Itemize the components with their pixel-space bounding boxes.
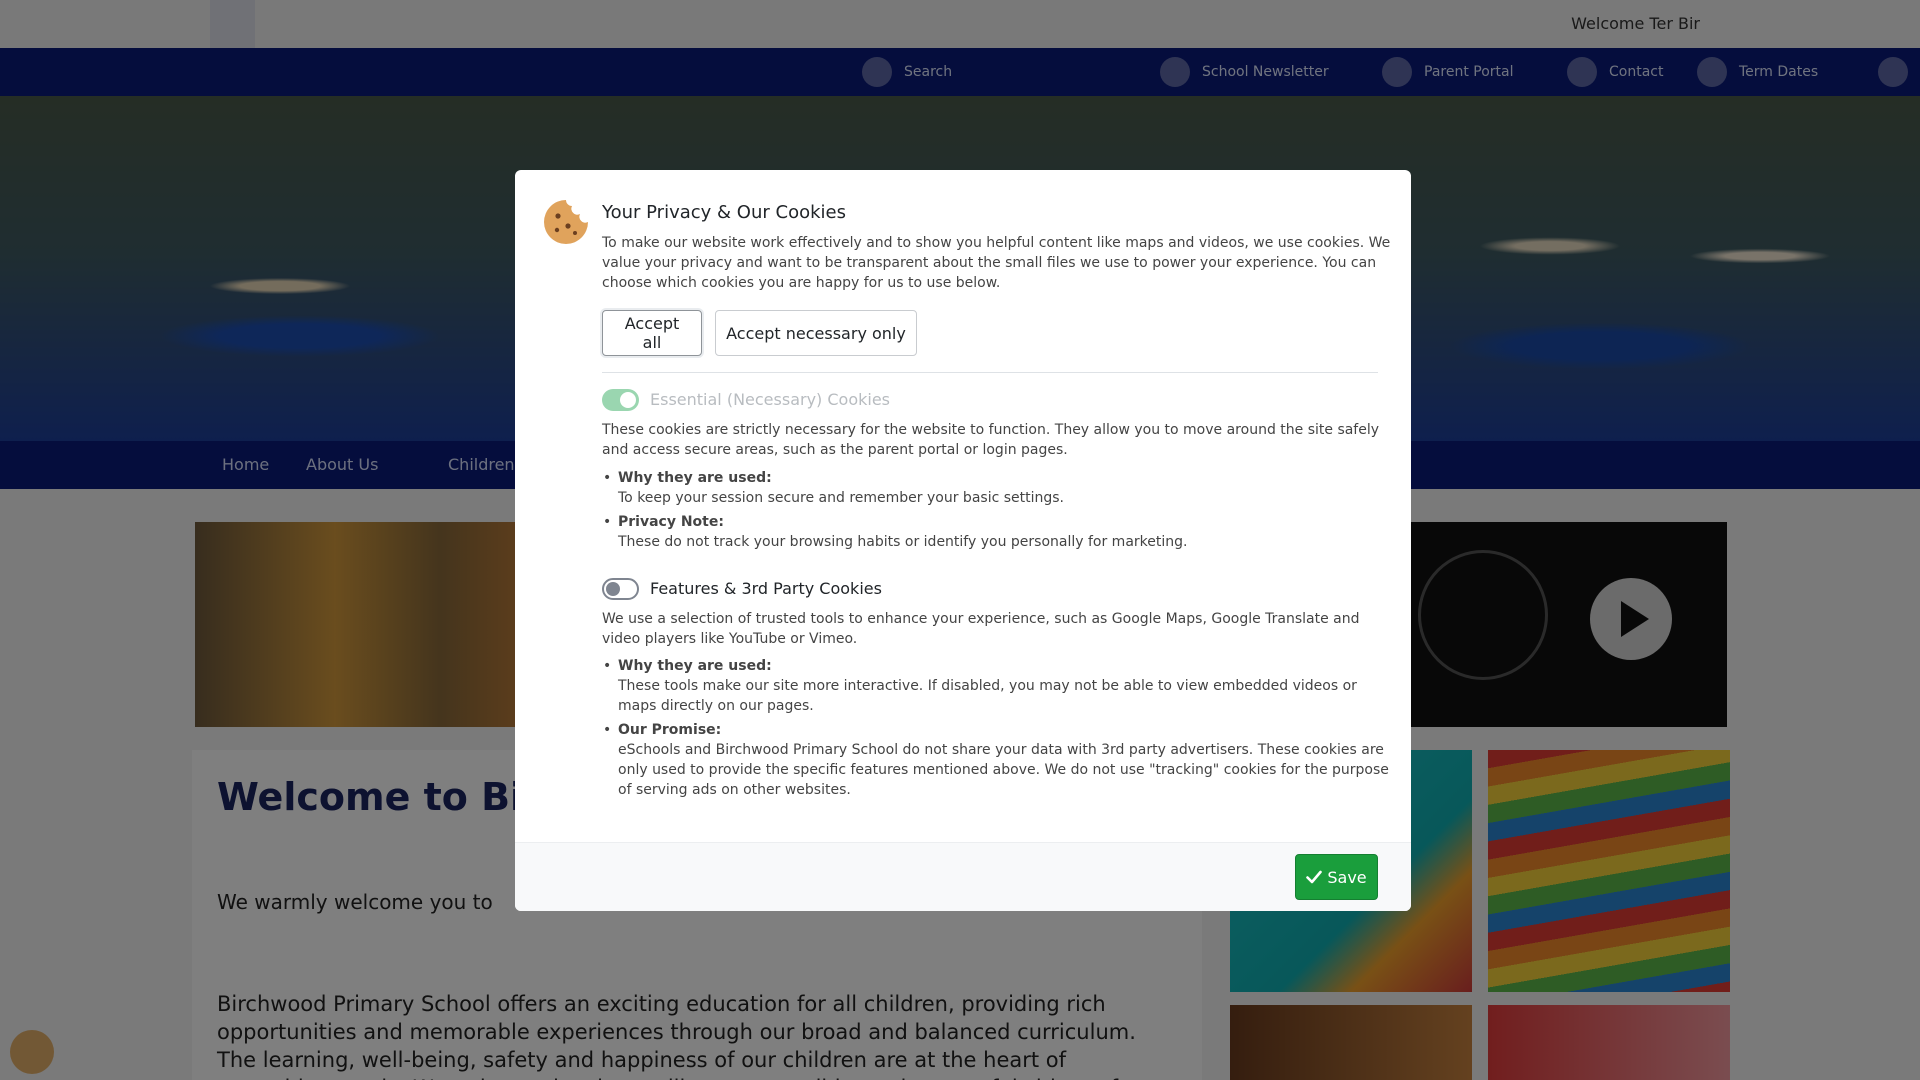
bullet-label: Privacy Note: [618, 514, 724, 530]
toggle-knob [620, 392, 636, 408]
features-cookies-description: We use a selection of trusted tools to e… [602, 611, 1360, 647]
modal-intro: To make our website work effectively and… [602, 235, 1391, 291]
modal-body: Your Privacy & Our Cookies To make our w… [515, 170, 1411, 842]
essential-cookies-title: Essential (Necessary) Cookies [650, 390, 891, 409]
check-icon [1306, 870, 1323, 884]
list-item: Why they are used: To keep your session … [602, 468, 1392, 508]
divider [602, 372, 1378, 373]
save-button[interactable]: Save [1295, 854, 1378, 900]
modal-title: Your Privacy & Our Cookies [602, 202, 846, 223]
bullet-text: These do not track your browsing habits … [618, 534, 1188, 550]
toggle-knob [606, 582, 620, 596]
list-item: Why they are used: These tools make our … [602, 656, 1392, 716]
accept-all-button[interactable]: Accept all [602, 310, 702, 356]
accept-necessary-button[interactable]: Accept necessary only [715, 310, 917, 356]
features-cookies-details: Why they are used: These tools make our … [602, 656, 1392, 804]
cookie-icon [544, 200, 588, 244]
features-cookies-title: Features & 3rd Party Cookies [650, 579, 882, 598]
bullet-text: eSchools and Birchwood Primary School do… [618, 742, 1389, 798]
bullet-label: Why they are used: [618, 470, 772, 486]
save-label: Save [1327, 867, 1367, 887]
essential-cookies-description: These cookies are strictly necessary for… [602, 422, 1380, 458]
bullet-label: Why they are used: [618, 658, 772, 674]
essential-cookies-details: Why they are used: To keep your session … [602, 468, 1392, 556]
modal-footer: Save [515, 842, 1411, 911]
cookie-consent-modal: Your Privacy & Our Cookies To make our w… [515, 170, 1411, 911]
list-item: Privacy Note: These do not track your br… [602, 512, 1392, 552]
features-cookies-toggle[interactable] [602, 578, 639, 600]
bullet-label: Our Promise: [618, 722, 722, 738]
list-item: Our Promise: eSchools and Birchwood Prim… [602, 720, 1392, 800]
bullet-text: These tools make our site more interacti… [618, 678, 1357, 714]
essential-cookies-toggle [602, 389, 639, 411]
bullet-text: To keep your session secure and remember… [618, 490, 1065, 506]
